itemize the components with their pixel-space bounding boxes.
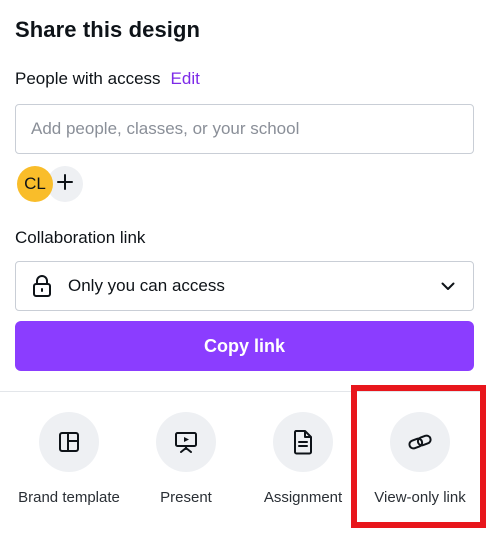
chevron-down-icon [439,277,457,295]
assignment-label: Assignment [263,489,343,506]
brand-template-label: Brand template [18,489,120,506]
brand-template-action[interactable]: Brand template [14,412,124,510]
view-only-link-label: View-only link [374,489,466,506]
present-action[interactable]: Present [131,412,241,510]
brand-template-icon [39,412,99,472]
view-only-link-action[interactable]: View-only link [365,412,475,510]
copy-link-button[interactable]: Copy link [15,321,474,371]
people-with-access-row: People with access Edit [15,69,200,89]
assignment-action[interactable]: Assignment [248,412,358,510]
collaboration-link-select[interactable]: Only you can access [15,261,474,311]
link-icon [390,412,450,472]
assignment-icon [273,412,333,472]
present-icon [156,412,216,472]
lock-icon [30,274,54,298]
present-label: Present [160,489,212,506]
collaboration-link-label: Collaboration link [15,228,146,247]
collaboration-link-value: Only you can access [68,276,225,295]
add-people-input[interactable] [15,104,474,154]
divider [0,391,486,392]
people-with-access-label: People with access [15,69,161,88]
edit-access-link[interactable]: Edit [171,69,200,89]
plus-icon [56,173,74,196]
avatar[interactable]: CL [17,166,53,202]
panel-title: Share this design [15,17,201,42]
